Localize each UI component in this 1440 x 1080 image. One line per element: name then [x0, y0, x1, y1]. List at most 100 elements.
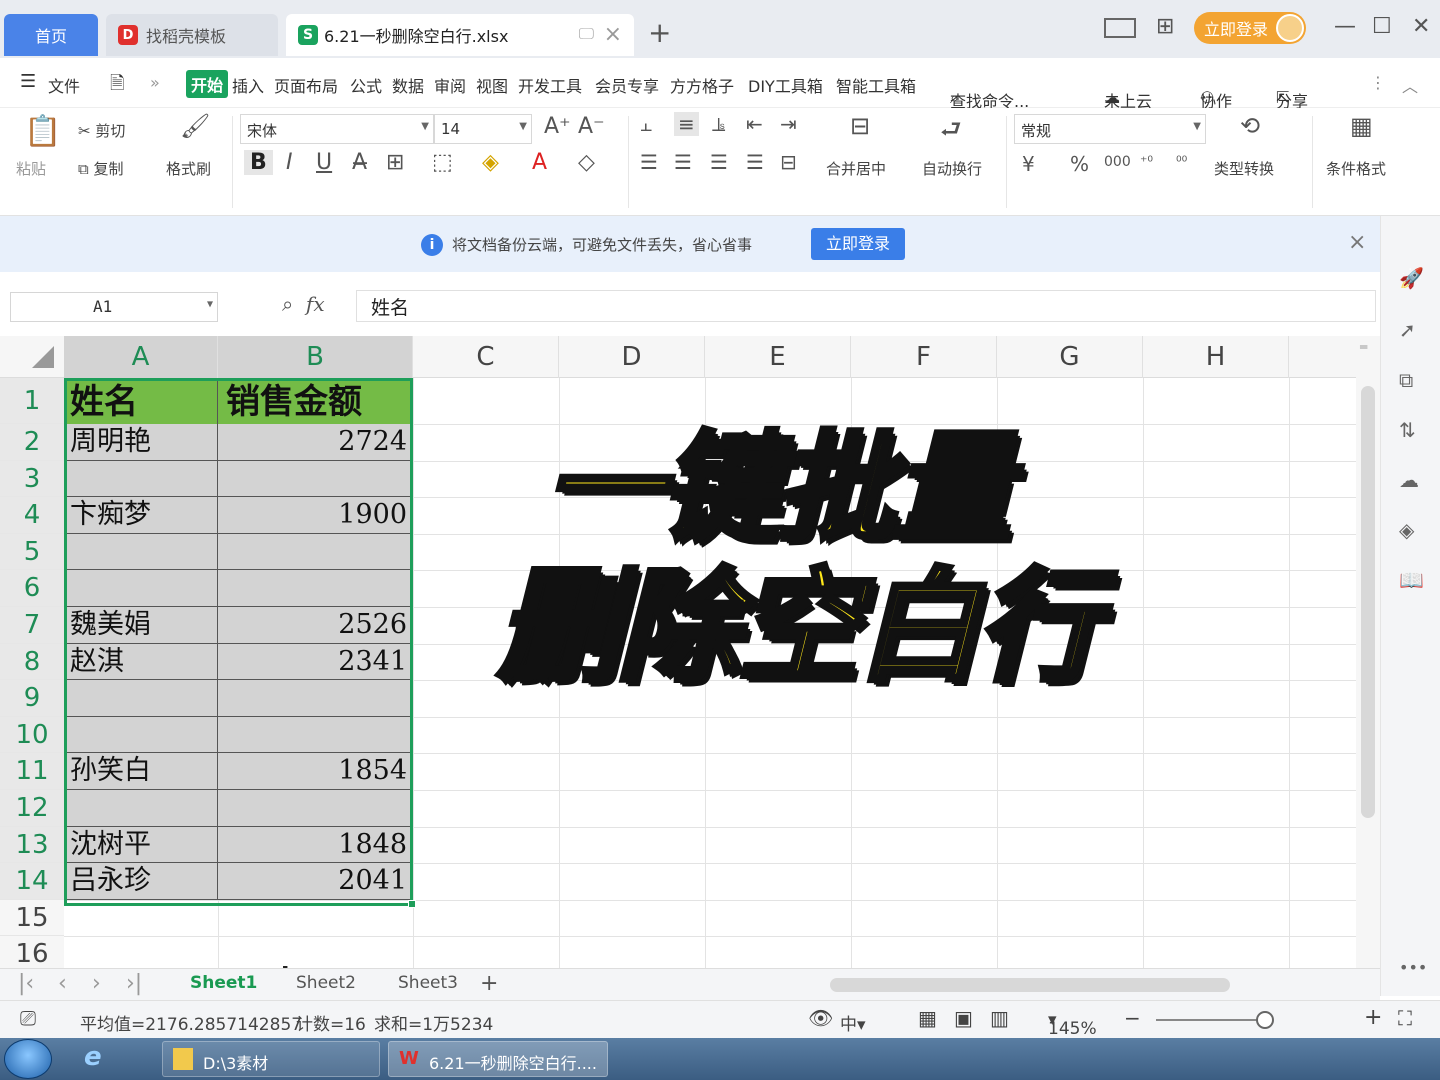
distribute-icon[interactable]: ⊟ [780, 150, 797, 174]
format-painter-button[interactable]: 格式刷 [166, 158, 211, 179]
cell-name[interactable]: 吕永珍 [65, 863, 218, 900]
monitor-icon[interactable]: 🖵 [579, 24, 594, 44]
cell-amount[interactable]: 2526 [218, 607, 412, 644]
page-view-icon[interactable]: ▣ [954, 1006, 973, 1030]
cell-name[interactable]: 沈树平 [65, 826, 218, 864]
cell-amount[interactable] [218, 790, 412, 827]
macro-icon[interactable]: ⎚ [20, 1006, 36, 1030]
sliders-icon[interactable]: ⧉ [1399, 368, 1413, 392]
cell-amount[interactable] [218, 570, 412, 607]
vertical-scrollbar[interactable]: ═ [1356, 336, 1380, 968]
menu-view[interactable]: 视图 [476, 73, 508, 97]
close-window-icon[interactable]: ✕ [1412, 14, 1430, 39]
ie-icon[interactable]: e [84, 1042, 102, 1072]
column-header-a[interactable]: A [64, 336, 218, 378]
more-vertical-icon[interactable]: ⋮ [1370, 73, 1386, 92]
menu-smart-toolbox[interactable]: 智能工具箱 [836, 73, 916, 97]
cell-amount[interactable] [218, 716, 412, 754]
conditional-format-icon[interactable]: ▦ [1350, 112, 1373, 140]
zoom-slider-thumb[interactable] [1256, 1011, 1274, 1029]
zoom-out-icon[interactable]: − [1124, 1006, 1141, 1030]
next-sheet-icon[interactable]: › [92, 971, 101, 996]
row-header-4[interactable]: 4 [0, 497, 64, 534]
align-center-icon[interactable]: ☰ [674, 150, 692, 174]
italic-icon[interactable]: I [286, 150, 293, 175]
split-icon[interactable]: ═ [1360, 340, 1367, 354]
menu-diy-toolbox[interactable]: DIY工具箱 [748, 73, 823, 97]
underline-icon[interactable]: U [316, 150, 332, 175]
zoom-icon[interactable]: ⌕ [282, 292, 293, 316]
cell-name[interactable] [65, 533, 218, 571]
hamburger-icon[interactable]: ☰ [20, 71, 36, 92]
book-icon[interactable]: 📖 [1399, 568, 1424, 592]
cell-amount[interactable] [218, 533, 412, 571]
menu-page-layout[interactable]: 页面布局 [274, 73, 338, 97]
close-tab-icon[interactable]: × [604, 22, 622, 47]
column-header-d[interactable]: D [559, 336, 705, 378]
cell-name[interactable]: 孙笑白 [65, 753, 218, 790]
percent-button[interactable]: % [1070, 152, 1089, 176]
align-left-icon[interactable]: ☰ [640, 150, 658, 174]
merge-center-button[interactable]: 合并居中 [826, 158, 886, 179]
menu-ffgz[interactable]: 方方格子 [670, 73, 734, 97]
header-cell-amount[interactable]: 销售金额 [218, 379, 412, 425]
rocket-icon[interactable]: 🚀 [1399, 266, 1424, 290]
horizontal-scrollbar[interactable] [830, 978, 1230, 992]
cell-name[interactable]: 卞痴梦 [65, 497, 218, 534]
sheet-tab-1[interactable]: Sheet1 [190, 973, 257, 993]
collapse-ribbon-icon[interactable]: ︿ [1402, 73, 1418, 97]
menu-file[interactable]: 文件 [48, 73, 80, 97]
row-header-10[interactable]: 10 [0, 716, 64, 754]
conditional-format-button[interactable]: 条件格式 [1326, 158, 1386, 179]
wrap-text-icon[interactable]: ⮐ [940, 112, 962, 153]
header-cell-name[interactable]: 姓名 [65, 379, 218, 425]
justify-icon[interactable]: ☰ [746, 150, 764, 174]
column-header-b[interactable]: B [218, 336, 413, 378]
more-horizontal-icon[interactable]: ••• [1399, 958, 1427, 977]
tab-home[interactable]: 首页 [4, 14, 98, 56]
row-header-11[interactable]: 11 [0, 753, 64, 790]
cell-amount[interactable]: 2724 [218, 424, 412, 461]
row-header-5[interactable]: 5 [0, 533, 64, 571]
border-icon[interactable]: ⊞ [386, 150, 404, 175]
column-header-c[interactable]: C [413, 336, 559, 378]
first-sheet-icon[interactable]: |‹ [18, 971, 34, 996]
paste-icon[interactable]: 📋 [24, 114, 61, 149]
font-name-select[interactable]: 宋体 ▼ [240, 114, 434, 144]
increase-font-icon[interactable]: A⁺ [544, 114, 571, 139]
font-color-icon[interactable]: A [532, 150, 547, 175]
font-size-select[interactable]: 14 ▼ [434, 114, 532, 144]
minimize-icon[interactable]: — [1334, 14, 1356, 39]
row-header-13[interactable]: 13 [0, 826, 64, 864]
menu-data[interactable]: 数据 [392, 73, 424, 97]
login-button[interactable]: 立即登录 [1194, 12, 1306, 44]
indent-increase-icon[interactable]: ⇥ [780, 112, 797, 136]
menu-start[interactable]: 开始 [186, 70, 229, 98]
cell-name[interactable]: 周明艳 [65, 424, 218, 461]
fullscreen-icon[interactable]: ⛶ [1398, 1006, 1412, 1030]
close-icon[interactable]: × [1348, 230, 1366, 255]
cell-amount[interactable]: 1900 [218, 497, 412, 534]
zoom-select[interactable]: 145% ▾ [1048, 1010, 1097, 1039]
cell-amount[interactable] [218, 460, 412, 498]
column-header-h[interactable]: H [1143, 336, 1289, 378]
cell-name[interactable]: 魏美娟 [65, 607, 218, 644]
row-header-3[interactable]: 3 [0, 460, 64, 498]
save-icon[interactable]: 🗎 [110, 71, 124, 101]
fill-handle[interactable] [408, 900, 416, 908]
copy-button[interactable]: ⧉ 复制 [78, 158, 124, 179]
pointer-icon[interactable]: ➚ [1399, 318, 1416, 342]
row-header-12[interactable]: 12 [0, 790, 64, 827]
compass-icon[interactable]: ◈ [1399, 518, 1414, 542]
start-button[interactable] [4, 1039, 52, 1079]
increase-decimal-icon[interactable]: ⁺⁰ [1140, 154, 1153, 170]
taskbar-folder[interactable]: D:\3素材 [162, 1041, 380, 1077]
taskbar-wps[interactable]: W 6.21一秒删除空白行.... [388, 1041, 608, 1077]
row-header-2[interactable]: 2 [0, 424, 64, 461]
row-header-8[interactable]: 8 [0, 643, 64, 681]
layout-icon[interactable] [1104, 18, 1136, 38]
fx-icon[interactable]: fx [306, 292, 325, 316]
zoom-in-icon[interactable]: + [1364, 1005, 1382, 1030]
cell-name[interactable] [65, 790, 218, 827]
align-top-icon[interactable]: ⫠ [640, 112, 652, 136]
